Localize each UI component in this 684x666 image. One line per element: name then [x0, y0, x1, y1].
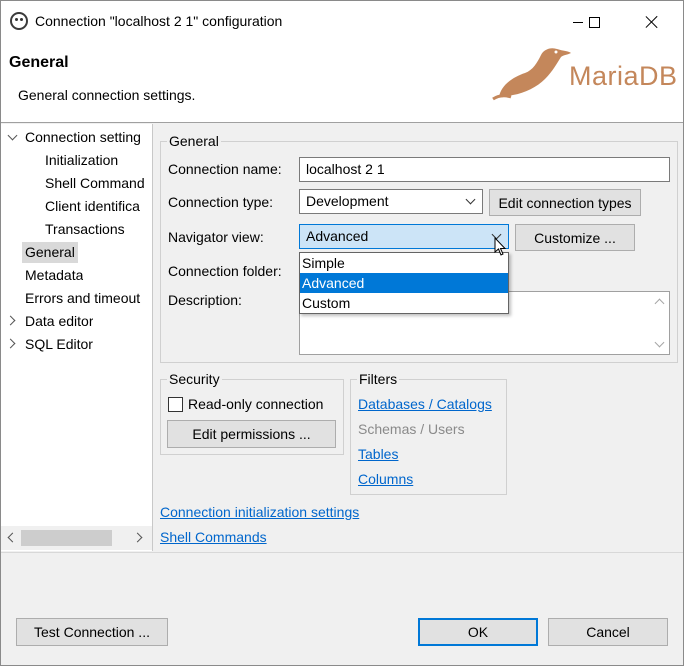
navigator-option-simple[interactable]: Simple — [300, 253, 508, 273]
scroll-right-icon[interactable] — [132, 532, 143, 543]
customize-button[interactable]: Customize ... — [515, 224, 635, 251]
connection-initialization-settings-link[interactable]: Connection initialization settings — [160, 504, 359, 520]
nav-item-errors-and-timeouts[interactable]: Errors and timeout — [25, 288, 152, 309]
mariadb-logo: MariaDB — [491, 43, 683, 105]
navigator-option-advanced[interactable]: Advanced — [300, 273, 508, 293]
read-only-checkbox[interactable] — [168, 397, 183, 412]
nav-item-data-editor[interactable]: Data editor — [25, 311, 93, 332]
ok-button[interactable]: OK — [418, 618, 538, 646]
nav-item-sql-editor[interactable]: SQL Editor — [25, 334, 93, 355]
nav-item-general[interactable]: General — [22, 242, 78, 263]
shell-commands-link[interactable]: Shell Commands — [160, 529, 267, 545]
cancel-button[interactable]: Cancel — [548, 618, 668, 646]
nav-item-connection-settings[interactable]: Connection setting — [25, 127, 152, 148]
general-group-title: General — [167, 133, 221, 149]
logo-text: MariaDB — [569, 61, 678, 91]
nav-item-client-identification[interactable]: Client identifica — [45, 196, 152, 217]
nav-item-transactions[interactable]: Transactions — [45, 219, 125, 240]
edit-connection-types-button[interactable]: Edit connection types — [489, 189, 641, 216]
filter-link-tables[interactable]: Tables — [358, 446, 398, 462]
nav-horizontal-scrollbar[interactable] — [1, 526, 152, 550]
close-button[interactable] — [637, 9, 667, 35]
navigator-option-custom[interactable]: Custom — [300, 293, 508, 313]
filter-link-columns[interactable]: Columns — [358, 471, 413, 487]
edit-permissions-button[interactable]: Edit permissions ... — [167, 420, 336, 448]
nav-item-shell-commands[interactable]: Shell Command — [45, 173, 152, 194]
navigator-view-label: Navigator view: — [168, 229, 264, 245]
navigator-view-select[interactable]: Advanced — [299, 224, 509, 249]
maximize-icon — [588, 16, 600, 28]
chevron-down-icon — [465, 194, 476, 205]
page-header: General General connection settings. Mar… — [1, 43, 683, 123]
security-group-title: Security — [167, 371, 222, 387]
sea-lion-icon — [492, 48, 571, 101]
scroll-thumb[interactable] — [21, 530, 112, 546]
test-connection-button[interactable]: Test Connection ... — [16, 618, 168, 646]
collapsed-chevron-icon[interactable] — [5, 338, 16, 349]
nav-item-metadata[interactable]: Metadata — [25, 265, 83, 286]
connection-name-label: Connection name: — [168, 161, 282, 177]
filters-group-title: Filters — [357, 371, 400, 387]
connection-folder-label: Connection folder: — [168, 263, 282, 279]
maximize-button[interactable] — [579, 9, 609, 35]
settings-nav-tree: Connection setting Initialization Shell … — [1, 124, 153, 551]
description-label: Description: — [168, 292, 242, 308]
connection-type-label: Connection type: — [168, 194, 274, 210]
window-title: Connection "localhost 2 1" configuration — [35, 13, 283, 29]
footer-divider — [1, 552, 683, 553]
filter-link-schemas-users[interactable]: Schemas / Users — [358, 421, 465, 437]
expand-chevron-icon[interactable] — [7, 130, 18, 141]
scroll-left-icon[interactable] — [7, 532, 18, 543]
scroll-down-icon[interactable] — [654, 337, 665, 348]
page-description: General connection settings. — [18, 87, 196, 103]
page-title: General — [9, 54, 69, 71]
configuration-window: Connection "localhost 2 1" configuration… — [0, 0, 684, 666]
read-only-label: Read-only connection — [188, 396, 324, 412]
collapsed-chevron-icon[interactable] — [5, 315, 16, 326]
title-bar: Connection "localhost 2 1" configuration — [1, 1, 683, 43]
nav-item-initialization[interactable]: Initialization — [45, 150, 118, 171]
scroll-up-icon[interactable] — [654, 298, 665, 309]
navigator-view-dropdown: Simple Advanced Custom — [299, 252, 509, 314]
filter-link-databases-catalogs[interactable]: Databases / Catalogs — [358, 396, 492, 412]
connection-type-value: Development — [306, 193, 389, 209]
mouse-cursor-icon — [494, 237, 507, 256]
close-icon — [645, 15, 659, 29]
dbeaver-app-icon — [10, 12, 28, 30]
connection-name-input[interactable]: localhost 2 1 — [299, 157, 670, 182]
navigator-view-value: Advanced — [306, 228, 369, 244]
connection-type-select[interactable]: Development — [299, 189, 483, 214]
